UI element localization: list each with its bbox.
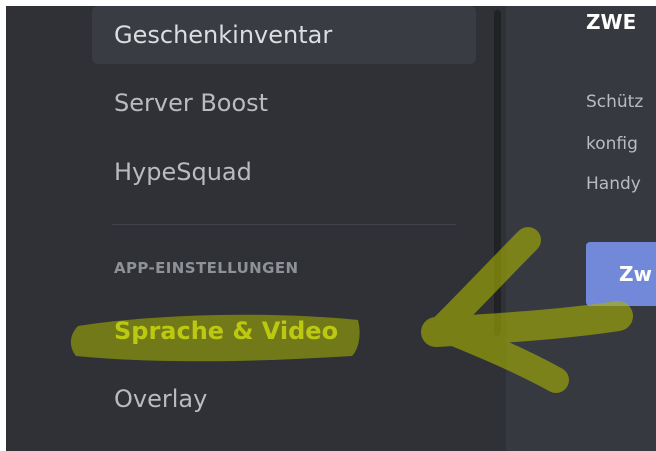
sidebar-item-label: Sprache & Video: [114, 317, 339, 345]
content-title: ZWE: [586, 10, 637, 34]
section-header-app-settings: APP-EINSTELLUNGEN: [114, 259, 299, 277]
sidebar-item-voice-video[interactable]: Sprache & Video: [92, 302, 476, 360]
settings-sidebar: Geschenkinventar Server Boost HypeSquad …: [6, 6, 506, 451]
sidebar-item-label: Geschenkinventar: [114, 21, 333, 49]
sidebar-item-overlay[interactable]: Overlay: [92, 370, 476, 428]
sidebar-item-server-boost[interactable]: Server Boost: [92, 74, 476, 132]
sidebar-scrollbar[interactable]: [494, 10, 501, 336]
sidebar-item-label: HypeSquad: [114, 158, 252, 186]
sidebar-item-label: Server Boost: [114, 89, 269, 117]
settings-content: ZWE Schütz konfig Handy Zw: [506, 6, 656, 451]
content-text-line: Handy: [586, 174, 641, 194]
sidebar-item-geschenkinventar[interactable]: Geschenkinventar: [92, 6, 476, 64]
content-text-line: Schütz: [586, 92, 644, 112]
settings-window: Geschenkinventar Server Boost HypeSquad …: [6, 6, 656, 451]
content-text-line: konfig: [586, 134, 638, 154]
sidebar-item-label: Overlay: [114, 385, 208, 413]
sidebar-divider: [112, 224, 456, 225]
sidebar-item-hypesquad[interactable]: HypeSquad: [92, 143, 476, 201]
enable-button[interactable]: Zw: [586, 242, 656, 306]
